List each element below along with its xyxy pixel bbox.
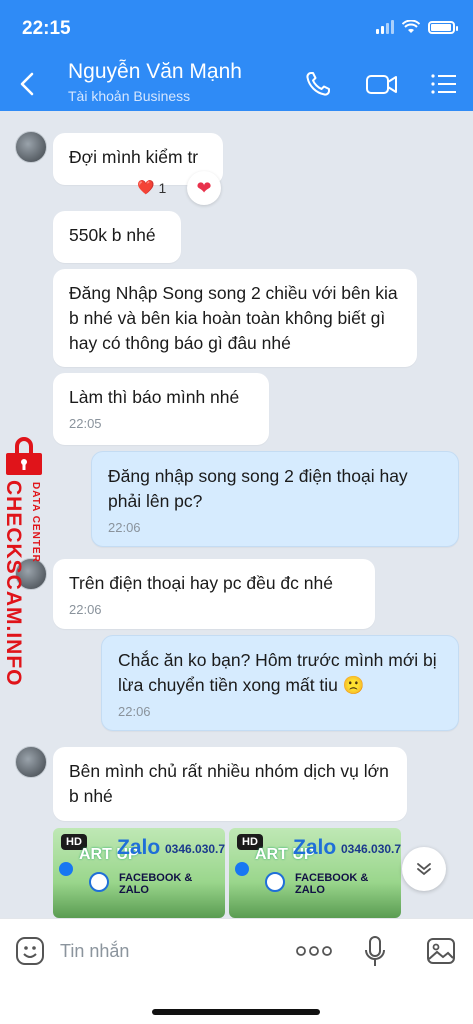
message-text: 550k b nhé [69, 225, 156, 245]
zalo-icon [89, 872, 109, 892]
menu-list-icon[interactable] [428, 68, 460, 100]
message-text: Chắc ăn ko bạn? Hôm trước mình mới bị lừ… [118, 650, 437, 695]
message-time: 22:06 [108, 520, 141, 535]
status-time: 22:15 [22, 18, 71, 39]
message-time: 22:05 [69, 416, 102, 431]
watermark-subtext: DATA CENTER [30, 482, 41, 563]
phone-call-icon[interactable] [302, 68, 334, 100]
image-attachment[interactable]: HD ART UP Zalo 0346.030.700 FACEBOOK & Z… [53, 828, 225, 918]
chevron-down-icon [417, 863, 431, 876]
my-message-bubble[interactable]: Chắc ăn ko bạn? Hôm trước mình mới bị lừ… [101, 635, 459, 731]
signal-icon [376, 20, 394, 34]
avatar[interactable] [15, 131, 47, 163]
message-input[interactable]: Tin nhắn [60, 941, 129, 962]
image-tagline: FACEBOOK & ZALO [295, 872, 369, 896]
contact-name[interactable]: Nguyễn Văn Mạnh [68, 60, 242, 84]
wifi-icon [402, 20, 420, 33]
reaction-number: 1 [158, 179, 167, 196]
scroll-down-button[interactable] [402, 847, 446, 891]
image-tagline: FACEBOOK & ZALO [119, 872, 193, 896]
react-heart-button[interactable]: ❤ [187, 171, 221, 205]
message-text: Đăng nhập song song 2 điện thoại hay phả… [108, 466, 408, 511]
image-phone: 0346.030.700 [165, 842, 225, 856]
reaction-count[interactable]: ❤️ 1 [137, 179, 166, 196]
chat-header: 22:15 Nguyễn Văn Mạnh Tài khoản Business [0, 0, 473, 111]
message-bubble[interactable]: Trên điện thoại hay pc đều đc nhé 22:06 [53, 559, 375, 629]
lock-icon [6, 437, 42, 475]
image-picker-icon[interactable] [425, 935, 457, 967]
heart-icon: ❤ [196, 177, 212, 198]
message-bubble[interactable]: Bên mình chủ rất nhiều nhóm dịch vụ lớn … [53, 747, 407, 821]
message-text: Trên điện thoại hay pc đều đc nhé [69, 573, 333, 593]
message-text: Làm thì báo mình nhé [69, 387, 240, 407]
zalo-icon [265, 872, 285, 892]
watermark-text: CHECKSCAM.INFO [2, 480, 25, 687]
my-message-bubble[interactable]: Đăng nhập song song 2 điện thoại hay phả… [91, 451, 459, 547]
message-bubble[interactable]: Đăng Nhập Song song 2 chiều với bên kia … [53, 269, 417, 367]
image-attachment[interactable]: HD ART UP Zalo 0346.030.700 FACEBOOK & Z… [229, 828, 401, 918]
message-bubble[interactable]: 550k b nhé [53, 211, 181, 263]
message-text: Đợi mình kiểm tr [69, 147, 199, 167]
message-composer: Tin nhắn [0, 918, 473, 1024]
message-text: Bên mình chủ rất nhiều nhóm dịch vụ lớn … [69, 761, 389, 806]
battery-icon [428, 20, 458, 34]
message-list[interactable]: Đợi mình kiểm tr ❤️ 1 ❤ 550k b nhé Đăng … [0, 111, 473, 918]
more-options-icon[interactable] [296, 945, 332, 957]
facebook-icon [59, 862, 73, 876]
avatar[interactable] [15, 746, 47, 778]
microphone-icon[interactable] [362, 935, 388, 969]
message-time: 22:06 [118, 704, 151, 719]
heart-icon: ❤️ [137, 179, 155, 195]
status-icons [376, 20, 458, 34]
contact-subtitle: Tài khoản Business [68, 88, 191, 104]
message-bubble[interactable]: Làm thì báo mình nhé 22:05 [53, 373, 269, 445]
sticker-icon[interactable] [14, 935, 46, 967]
image-brand: Zalo [117, 836, 161, 859]
image-brand: Zalo [293, 836, 337, 859]
facebook-icon [235, 862, 249, 876]
image-phone: 0346.030.700 [341, 842, 401, 856]
video-call-icon[interactable] [364, 68, 400, 100]
message-time: 22:06 [69, 602, 102, 617]
back-arrow-icon[interactable] [14, 68, 42, 100]
message-text: Đăng Nhập Song song 2 chiều với bên kia … [69, 283, 398, 353]
home-indicator [152, 1009, 320, 1015]
